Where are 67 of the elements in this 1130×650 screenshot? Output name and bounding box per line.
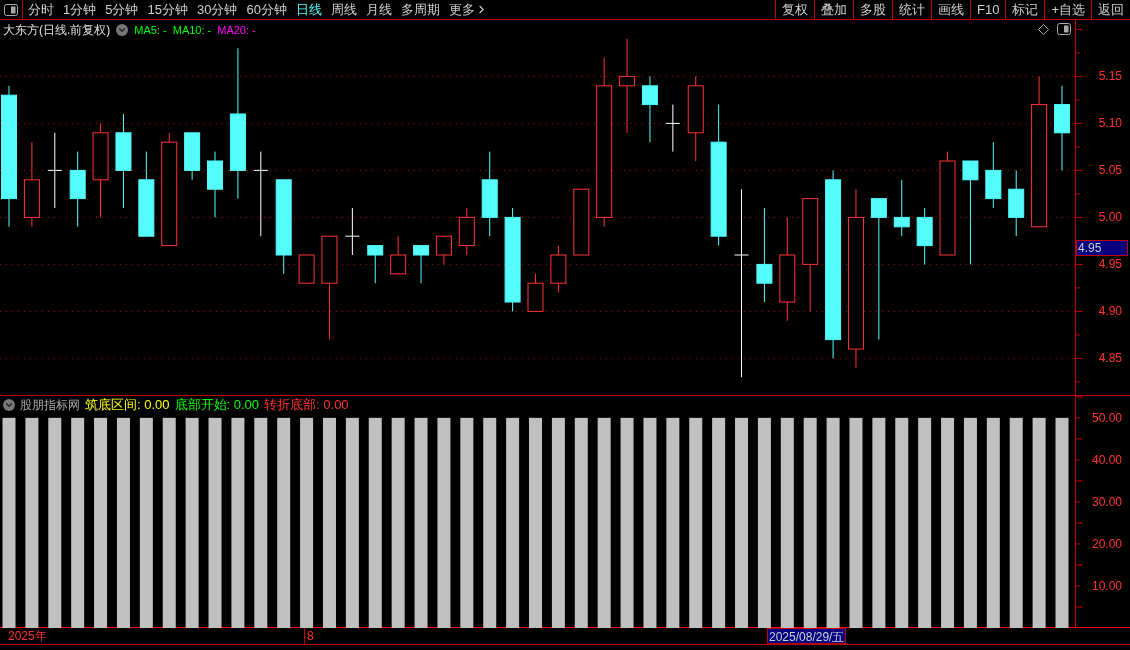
period-tab[interactable]: 5分钟	[105, 0, 139, 19]
collapse-icon[interactable]	[3, 399, 15, 411]
moving-average-label: MA20: -	[217, 23, 256, 38]
candlestick	[1008, 169, 1025, 237]
moving-average-label: MA5: -	[134, 23, 167, 38]
candlestick	[390, 235, 407, 275]
period-tab[interactable]: 分时	[28, 0, 54, 19]
candlestick	[665, 104, 681, 153]
axis-label: 4.85	[1098, 351, 1122, 366]
candlestick	[435, 235, 452, 265]
candlestick	[641, 75, 658, 143]
toolbar-button[interactable]: 统计	[893, 0, 932, 19]
toolbar-button[interactable]: +自选	[1045, 0, 1092, 19]
period-tab[interactable]: 日线	[295, 0, 322, 19]
candlestick	[298, 254, 315, 284]
axis-label: 5.05	[1098, 163, 1122, 178]
axis-label: 5.10	[1098, 116, 1122, 131]
candlestick	[184, 132, 201, 181]
axis-label: 5.00	[1098, 210, 1122, 225]
indicator-title: 股朋指标网	[20, 397, 80, 413]
candlestick	[550, 245, 567, 294]
stock-title: 大东方(日线.前复权)	[3, 22, 111, 38]
toolbar-button[interactable]: 多股	[854, 0, 893, 19]
price-marker: 4.95	[1076, 240, 1128, 257]
year-label: 2025年	[8, 629, 47, 643]
period-tab[interactable]: 月线	[365, 0, 392, 19]
axis-label: 40.00	[1091, 452, 1122, 467]
candlestick	[985, 141, 1002, 209]
period-tab[interactable]: 周线	[330, 0, 357, 19]
axis-label: 4.90	[1098, 304, 1122, 319]
more-menu[interactable]: 更多	[448, 0, 488, 19]
candlestick	[413, 245, 430, 284]
axis-label: 4.95	[1098, 257, 1122, 272]
panel-toggle-icon[interactable]	[1057, 23, 1071, 35]
candlestick	[458, 207, 475, 256]
panel-toggle-icon[interactable]	[4, 3, 18, 16]
candlestick	[573, 188, 590, 256]
toolbar-button[interactable]: F10	[971, 0, 1007, 19]
toolbar-button[interactable]: 返回	[1092, 0, 1130, 19]
period-tab[interactable]: 60分钟	[246, 0, 287, 19]
month-label: 8	[307, 629, 314, 643]
indicator-reading: 转折底部: 0.00	[264, 397, 349, 413]
candlestick	[527, 273, 544, 312]
cursor-date: 2025/08/29/五	[767, 628, 847, 644]
candlestick	[344, 207, 360, 256]
axis-label: 30.00	[1091, 494, 1122, 509]
period-tab[interactable]: 多周期	[400, 0, 440, 19]
toolbar-button[interactable]: 复权	[776, 0, 815, 19]
candlestick	[367, 245, 384, 284]
moving-average-label: MA10: -	[172, 23, 212, 38]
toolbar-button[interactable]: 叠加	[815, 0, 854, 19]
diamond-icon[interactable]	[1038, 23, 1049, 35]
candlestick	[207, 151, 223, 218]
indicator-reading: 底部开始: 0.00	[174, 397, 260, 413]
axis-label: 10.00	[1091, 578, 1122, 593]
candlestick	[916, 207, 933, 265]
candlestick	[893, 179, 910, 237]
collapse-icon[interactable]	[116, 24, 129, 36]
toolbar-button[interactable]: 画线	[932, 0, 971, 19]
toolbar-button[interactable]: 标记	[1006, 0, 1046, 19]
axis-label: 20.00	[1091, 536, 1122, 551]
period-tab[interactable]: 1分钟	[63, 0, 97, 19]
period-tab[interactable]: 30分钟	[196, 0, 238, 19]
indicator-reading: 筑底区间: 0.00	[85, 397, 170, 413]
period-tab[interactable]: 15分钟	[147, 0, 188, 19]
axis-label: 5.15	[1098, 69, 1122, 84]
axis-label: 50.00	[1091, 410, 1122, 425]
